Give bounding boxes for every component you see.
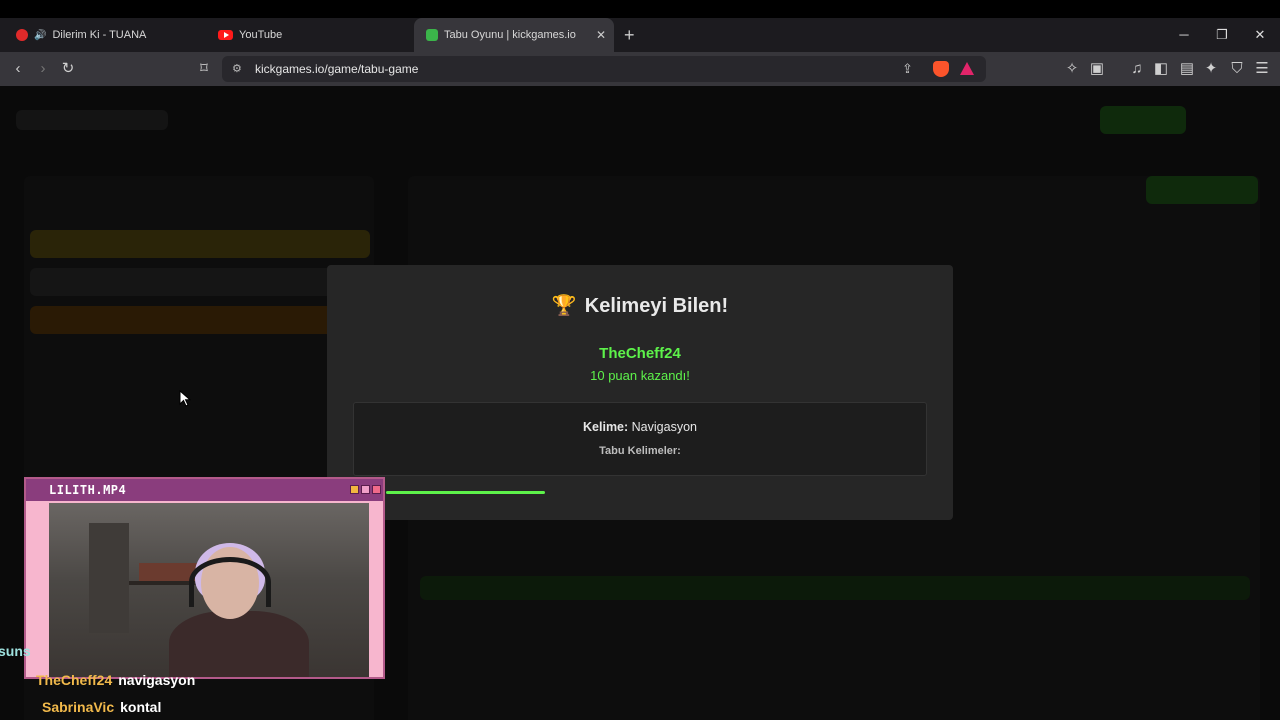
countdown-fill bbox=[386, 491, 545, 494]
url-text[interactable]: kickgames.io/game/tabu-game bbox=[255, 56, 418, 82]
brave-shields-icon[interactable] bbox=[933, 61, 949, 77]
chat-username: TheCheff24 bbox=[36, 672, 113, 688]
chat-username: SabrinaVic bbox=[42, 699, 115, 715]
bookmark-icon[interactable]: ⌑ bbox=[193, 52, 215, 86]
trophy-icon: 🏆 bbox=[551, 295, 577, 317]
word-value: Navigasyon bbox=[631, 420, 697, 434]
chat-fragment: suns bbox=[0, 643, 31, 659]
extensions-icon[interactable]: ✧ bbox=[1061, 52, 1083, 86]
kickgames-icon bbox=[426, 29, 438, 41]
player-row bbox=[30, 268, 370, 296]
minimize-icon bbox=[350, 485, 359, 494]
leo-ai-icon[interactable]: ✦ bbox=[1200, 52, 1222, 86]
tab-favicon-icon bbox=[16, 29, 28, 41]
webcam-title-bar: LILITH.MP4 bbox=[26, 479, 383, 501]
minimize-button[interactable]: ─ bbox=[1166, 18, 1202, 52]
forward-icon[interactable]: › bbox=[32, 52, 54, 86]
chat-message: SabrinaVic kontal bbox=[42, 699, 161, 715]
site-logo bbox=[16, 110, 168, 130]
webcam-overlay: LILITH.MP4 bbox=[24, 477, 385, 679]
chat-text: navigasyon bbox=[118, 672, 196, 688]
close-icon bbox=[372, 485, 381, 494]
brave-rewards-icon[interactable] bbox=[960, 62, 974, 75]
headset bbox=[189, 557, 271, 607]
vpn-icon[interactable]: ⛉ bbox=[1226, 52, 1248, 86]
browser-tab-bar: 🔊 Dilerim Ki - TUANA YouTube Tabu Oyunu … bbox=[0, 0, 1280, 52]
player-row bbox=[30, 306, 370, 334]
screenshot-icon[interactable]: ▣ bbox=[1086, 52, 1108, 86]
streamer-body bbox=[169, 611, 309, 677]
youtube-icon bbox=[218, 30, 233, 40]
chat-text: kontal bbox=[120, 699, 162, 715]
countdown-bar bbox=[386, 491, 686, 494]
correct-guess-modal: 🏆 Kelimeyi Bilen! TheCheff24 10 puan kaza… bbox=[327, 265, 953, 520]
chat-row bbox=[420, 576, 1250, 600]
points-earned: 10 puan kazandı! bbox=[590, 368, 690, 383]
reload-icon[interactable]: ↻ bbox=[57, 52, 79, 86]
webcam-title: LILITH.MP4 bbox=[49, 483, 127, 497]
decor-tree bbox=[89, 523, 129, 633]
close-tab-icon[interactable]: ✕ bbox=[596, 28, 606, 42]
menu-icon[interactable]: ☰ bbox=[1251, 52, 1273, 86]
close-window-button[interactable]: ✕ bbox=[1242, 18, 1278, 52]
sidebar-icon[interactable]: ◧ bbox=[1150, 52, 1172, 86]
action-button bbox=[1146, 176, 1258, 204]
restore-button[interactable]: ❐ bbox=[1204, 18, 1240, 52]
wallet-icon[interactable]: ▤ bbox=[1176, 52, 1198, 86]
word-card: Kelime: Navigasyon Tabu Kelimeler: bbox=[353, 402, 927, 476]
word-line: Kelime: Navigasyon bbox=[354, 420, 926, 434]
tab-music[interactable]: 🔊 Dilerim Ki - TUANA bbox=[4, 18, 204, 52]
media-icon[interactable]: ♫ bbox=[1126, 52, 1148, 86]
chat-message: TheCheff24 navigasyon bbox=[36, 672, 195, 688]
tab-title: YouTube bbox=[239, 29, 283, 41]
address-bar[interactable]: ⚙ kickgames.io/game/tabu-game ⇪ bbox=[222, 56, 986, 82]
new-tab-button[interactable]: + bbox=[624, 18, 635, 52]
share-icon[interactable]: ⇪ bbox=[902, 56, 913, 82]
word-label: Kelime: bbox=[583, 420, 629, 434]
back-icon[interactable]: ‹ bbox=[7, 52, 29, 86]
audio-playing-icon[interactable]: 🔊 bbox=[34, 30, 46, 41]
tab-youtube[interactable]: YouTube bbox=[206, 18, 406, 52]
tab-title: Dilerim Ki - TUANA bbox=[52, 29, 147, 41]
modal-title: 🏆 Kelimeyi Bilen! bbox=[551, 295, 729, 317]
maximize-icon bbox=[361, 485, 370, 494]
tab-title: Tabu Oyunu | kickgames.io bbox=[444, 29, 576, 41]
header-button bbox=[1100, 106, 1186, 134]
site-settings-icon[interactable]: ⚙ bbox=[232, 56, 242, 82]
webcam-video bbox=[49, 503, 369, 677]
tab-tabu-game[interactable]: Tabu Oyunu | kickgames.io ✕ bbox=[414, 18, 614, 52]
winner-name: TheCheff24 bbox=[599, 345, 681, 362]
player-row bbox=[30, 230, 370, 258]
mouse-cursor-icon bbox=[179, 390, 191, 407]
browser-toolbar: ‹ › ↻ ⌑ ⚙ kickgames.io/game/tabu-game ⇪ … bbox=[0, 52, 1280, 86]
taboo-words-label: Tabu Kelimeler: bbox=[599, 445, 681, 457]
